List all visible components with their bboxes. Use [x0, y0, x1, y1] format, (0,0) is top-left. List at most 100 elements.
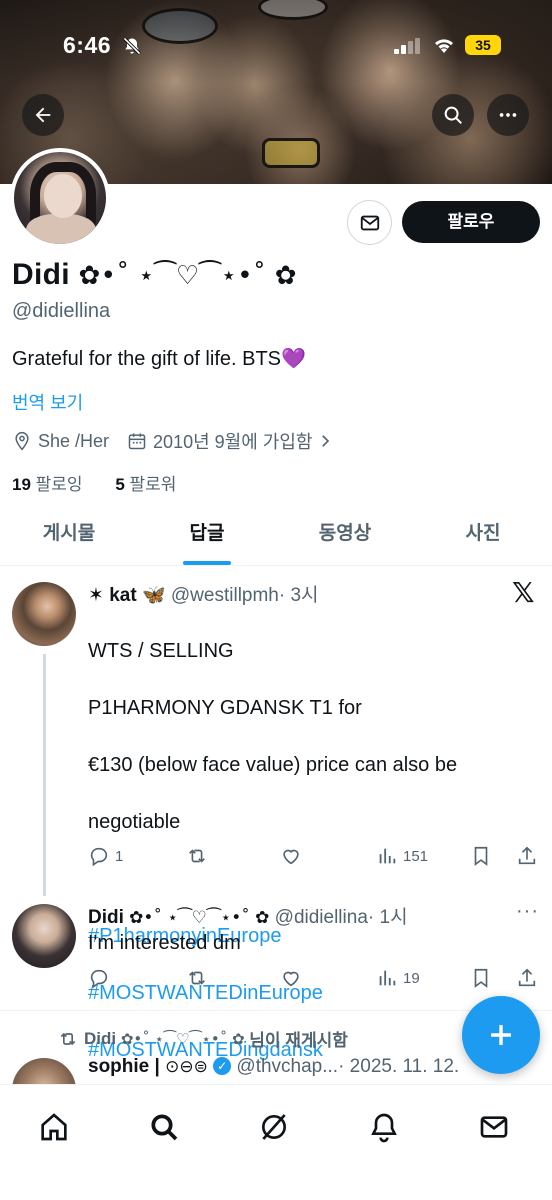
compose-post-button[interactable] [462, 996, 540, 1074]
bookmark-icon [474, 846, 488, 866]
repost-button[interactable] [186, 845, 213, 867]
post-line: €130 (below face value) price can also b… [88, 753, 458, 776]
reply-button[interactable]: 1 [88, 845, 123, 867]
post-time: · 3시 [278, 585, 319, 606]
battery-indicator: 35 [465, 35, 501, 55]
tab-replies[interactable]: 답글 [138, 504, 276, 565]
repost-button[interactable] [186, 967, 213, 989]
plus-icon [491, 1025, 511, 1045]
reply-count: 1 [115, 847, 124, 865]
post-header: sophie | ⊙⊖⊜ ✓ @thvchap...· 2025. 11. 12… [88, 1056, 459, 1078]
post-author-name[interactable]: sophie | [88, 1056, 160, 1077]
nav-grok[interactable] [252, 1105, 296, 1149]
search-icon [444, 106, 462, 124]
profile-avatar[interactable] [10, 148, 110, 248]
repost-icon [189, 971, 205, 985]
reply-icon [90, 969, 108, 989]
following-count-link[interactable]: 19 팔로잉 [12, 475, 97, 494]
x-logo-icon: 𝕏 [512, 576, 535, 609]
post-header: ✶ kat 🦋 @westillpmh· 3시 [88, 580, 319, 607]
profile-meta: She /Her 2010년 9월에 가입함 [12, 428, 358, 454]
followers-label: 팔로워 [129, 475, 177, 494]
post-author-handle[interactable]: @didiellina [275, 907, 368, 928]
post-author-handle[interactable]: @thvchap... [236, 1056, 338, 1077]
profile-display-name: Didi ✿•˚ ⋆⁀♡⁀⋆•˚ ✿ [12, 258, 297, 292]
views-button[interactable]: 151 [376, 845, 428, 867]
views-button[interactable]: 19 [376, 967, 420, 989]
post-actions: 1 151 [88, 845, 540, 871]
nav-home[interactable] [32, 1105, 76, 1149]
pronouns-item: She /Her [12, 431, 109, 452]
heart-icon [283, 971, 299, 987]
verified-badge-icon: ✓ [213, 1057, 232, 1075]
post-more-button[interactable]: ··· [516, 900, 539, 923]
following-label: 팔로잉 [35, 475, 83, 494]
tab-photos[interactable]: 사진 [414, 504, 552, 565]
search-icon [151, 1114, 178, 1141]
more-options-button[interactable] [487, 94, 529, 136]
pronouns-text: She /Her [38, 430, 110, 451]
bookmark-icon [474, 968, 488, 988]
share-button[interactable] [516, 967, 543, 989]
post-author-name[interactable]: ✶ kat 🦋 [88, 585, 166, 606]
like-button[interactable] [280, 845, 307, 867]
post-author-decoration: ✿•˚ ⋆⁀♡⁀⋆•˚ ✿ [129, 908, 270, 928]
reply-icon [90, 847, 108, 867]
message-button[interactable] [347, 200, 392, 245]
views-chart-icon [379, 970, 396, 986]
heart-icon [283, 849, 299, 865]
bookmark-button[interactable] [470, 967, 497, 989]
profile-bio: Grateful for the gift of life. BTS💜 [12, 348, 306, 370]
mail-icon [360, 215, 379, 230]
more-dots-icon [499, 113, 517, 117]
wifi-icon [435, 39, 453, 53]
mail-icon [480, 1116, 508, 1138]
profile-tabs: 게시물 답글 동영상 사진 [0, 504, 552, 566]
reply-button[interactable] [88, 967, 115, 989]
like-button[interactable] [280, 967, 307, 989]
post-author-avatar[interactable] [12, 904, 76, 968]
chevron-right-icon [322, 435, 330, 447]
follow-button[interactable]: 팔로우 [402, 201, 540, 243]
repost-indicator: Didi ✿•˚ ⋆⁀♡⁀⋆•˚ ✿ 님이 재게시함 [58, 1026, 348, 1051]
location-pin-icon [15, 431, 29, 451]
reposter-decoration: ✿•˚ ⋆⁀♡⁀⋆•˚ ✿ [120, 1029, 245, 1048]
nav-notifications[interactable] [362, 1105, 406, 1149]
search-button[interactable] [432, 94, 474, 136]
nav-search[interactable] [142, 1105, 186, 1149]
bottom-navigation [0, 1084, 552, 1200]
post-author-avatar[interactable] [12, 582, 76, 646]
silent-bell-icon [123, 37, 141, 55]
display-name-decoration: ✿•˚ ⋆⁀♡⁀⋆•˚ ✿ [78, 261, 297, 291]
profile-handle: @didiellina [12, 300, 111, 322]
back-button[interactable] [22, 94, 64, 136]
repost-suffix: 님이 재게시함 [249, 1031, 348, 1050]
post-author-name[interactable]: Didi [88, 907, 124, 928]
bookmark-button[interactable] [470, 845, 497, 867]
repost-icon [60, 1032, 76, 1045]
repost-icon [189, 849, 205, 863]
status-time: 6:46 [63, 32, 112, 58]
post-header: Didi ✿•˚ ⋆⁀♡⁀⋆•˚ ✿ @didiellina· 1시 [88, 902, 408, 929]
followers-count-link[interactable]: 5 팔로워 [115, 475, 190, 494]
post-line: negotiable [88, 810, 181, 833]
views-count: 151 [403, 847, 429, 865]
reposter-name[interactable]: Didi [84, 1029, 116, 1049]
post-author-handle[interactable]: @westillpmh [171, 585, 279, 606]
followers-count: 5 [115, 475, 125, 494]
post-time: · 1시 [367, 907, 408, 928]
nav-messages[interactable] [472, 1105, 516, 1149]
tab-posts[interactable]: 게시물 [0, 504, 138, 565]
views-chart-icon [379, 848, 396, 864]
post-author-decoration: ⊙⊖⊜ [165, 1057, 208, 1077]
thread-connector [43, 654, 46, 896]
joined-item[interactable]: 2010년 9월에 가입함 [127, 428, 340, 454]
tab-videos[interactable]: 동영상 [276, 504, 414, 565]
translate-bio-link[interactable]: 번역 보기 [12, 389, 83, 415]
grok-icon [262, 1114, 286, 1140]
share-button[interactable] [516, 845, 543, 867]
follow-counts: 19 팔로잉 5 팔로워 [12, 470, 204, 495]
arrow-left-icon [35, 107, 51, 123]
bell-icon [371, 1113, 397, 1143]
calendar-icon [128, 433, 146, 450]
